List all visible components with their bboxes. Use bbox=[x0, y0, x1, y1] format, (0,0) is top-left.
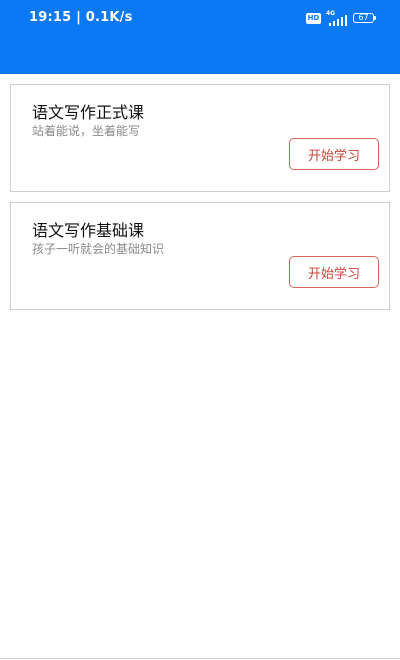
status-icons: HD 4G 67 bbox=[306, 9, 376, 26]
network-type-label: 4G bbox=[326, 9, 336, 17]
hd-icon: HD bbox=[306, 12, 321, 24]
course-title: 语文写作基础课 bbox=[32, 221, 145, 240]
battery-icon: 67 bbox=[353, 13, 376, 23]
bottom-divider bbox=[0, 658, 400, 659]
app-header: 19:15 | 0.1K/s HD 4G 67 bbox=[0, 0, 400, 74]
signal-icon: 4G bbox=[326, 9, 348, 26]
course-subtitle: 孩子一听就会的基础知识 bbox=[32, 242, 165, 256]
course-subtitle: 站着能说，坐着能写 bbox=[32, 124, 141, 138]
course-title: 语文写作正式课 bbox=[32, 103, 145, 122]
course-card-basic[interactable]: 语文写作基础课 孩子一听就会的基础知识 开始学习 bbox=[10, 202, 390, 310]
start-learning-button[interactable]: 开始学习 bbox=[289, 138, 379, 170]
course-card-formal[interactable]: 语文写作正式课 站着能说，坐着能写 开始学习 bbox=[10, 84, 390, 192]
status-time: 19:15 | 0.1K/s bbox=[29, 10, 133, 25]
start-learning-button[interactable]: 开始学习 bbox=[289, 256, 379, 288]
